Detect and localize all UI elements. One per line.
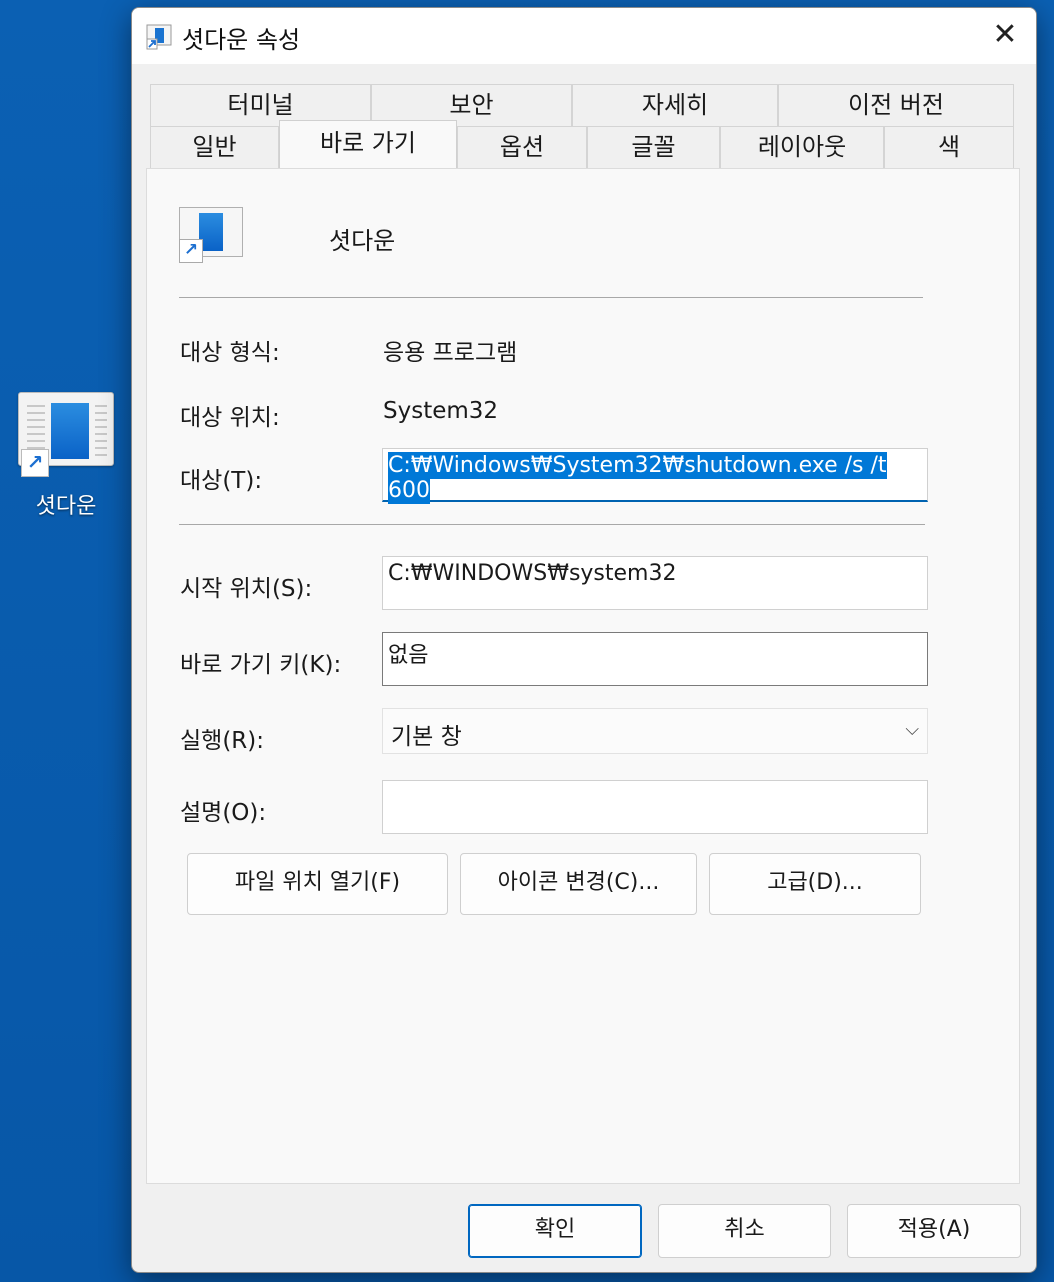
properties-window: 셧다운 속성 ✕ 터미널 보안 자세히 이전 버전 일반 바로 가기 옵션 글꼴… bbox=[131, 7, 1037, 1273]
tab-font[interactable]: 글꼴 bbox=[587, 126, 720, 168]
shortcut-name: 셧다운 bbox=[329, 227, 396, 255]
comment-label: 설명(O): bbox=[180, 800, 267, 826]
tab-shortcut[interactable]: 바로 가기 bbox=[279, 120, 457, 168]
tab-layout[interactable]: 레이아웃 bbox=[720, 126, 884, 168]
target-type-value: 응용 프로그램 bbox=[383, 340, 518, 366]
run-select[interactable]: 기본 창 ⌵ bbox=[382, 708, 928, 754]
tab-general[interactable]: 일반 bbox=[150, 126, 279, 168]
advanced-button[interactable]: 고급(D)... bbox=[709, 853, 921, 915]
target-label: 대상(T): bbox=[180, 468, 263, 494]
cancel-button[interactable]: 취소 bbox=[658, 1204, 831, 1258]
open-file-location-button[interactable]: 파일 위치 열기(F) bbox=[187, 853, 448, 915]
run-select-value: 기본 창 bbox=[391, 724, 462, 750]
start-in-input[interactable]: C:₩WINDOWS₩system32 bbox=[382, 556, 928, 610]
run-label: 실행(R): bbox=[180, 728, 264, 754]
divider bbox=[179, 297, 923, 298]
comment-input[interactable] bbox=[382, 780, 928, 834]
shortcut-arrow-icon: ↗ bbox=[179, 239, 203, 263]
start-in-label: 시작 위치(S): bbox=[180, 576, 313, 602]
target-input-text: C:₩Windows₩System32₩shutdown.exe /s /t 6… bbox=[388, 452, 887, 504]
chevron-down-icon: ⌵ bbox=[905, 719, 919, 740]
target-location-label: 대상 위치: bbox=[180, 405, 280, 431]
shortcut-key-label: 바로 가기 키(K): bbox=[180, 652, 342, 678]
desktop-icon-label: 셧다운 bbox=[35, 494, 97, 519]
close-icon[interactable]: ✕ bbox=[974, 8, 1036, 64]
shortcut-tab-panel: ↗ 셧다운 대상 형식: 응용 프로그램 대상 위치: System32 대상(… bbox=[146, 168, 1020, 1184]
target-input[interactable]: C:₩Windows₩System32₩shutdown.exe /s /t 6… bbox=[382, 448, 928, 504]
shortcut-arrow-icon: ↗ bbox=[21, 449, 49, 477]
shortcut-key-input[interactable]: 없음 bbox=[382, 632, 928, 686]
apply-button[interactable]: 적용(A) bbox=[847, 1204, 1021, 1258]
window-title: 셧다운 속성 bbox=[182, 26, 301, 54]
desktop-shortcut-icon[interactable]: ↗ 셧다운 bbox=[16, 392, 116, 520]
shortcut-app-icon bbox=[146, 24, 172, 50]
divider bbox=[179, 524, 925, 525]
shortcut-large-icon: ↗ bbox=[179, 207, 243, 263]
target-type-label: 대상 형식: bbox=[180, 340, 280, 366]
title-bar[interactable]: 셧다운 속성 ✕ bbox=[132, 8, 1036, 64]
target-location-value: System32 bbox=[383, 398, 499, 424]
change-icon-button[interactable]: 아이콘 변경(C)... bbox=[460, 853, 697, 915]
tab-strip: 터미널 보안 자세히 이전 버전 일반 바로 가기 옵션 글꼴 레이아웃 색 bbox=[150, 84, 1018, 168]
shortcut-file-icon: ↗ bbox=[18, 392, 114, 477]
tab-colors[interactable]: 색 bbox=[884, 126, 1014, 168]
ok-button[interactable]: 확인 bbox=[468, 1204, 642, 1258]
tab-details[interactable]: 자세히 bbox=[572, 84, 778, 126]
tab-options[interactable]: 옵션 bbox=[457, 126, 587, 168]
tab-previous-versions[interactable]: 이전 버전 bbox=[778, 84, 1014, 126]
